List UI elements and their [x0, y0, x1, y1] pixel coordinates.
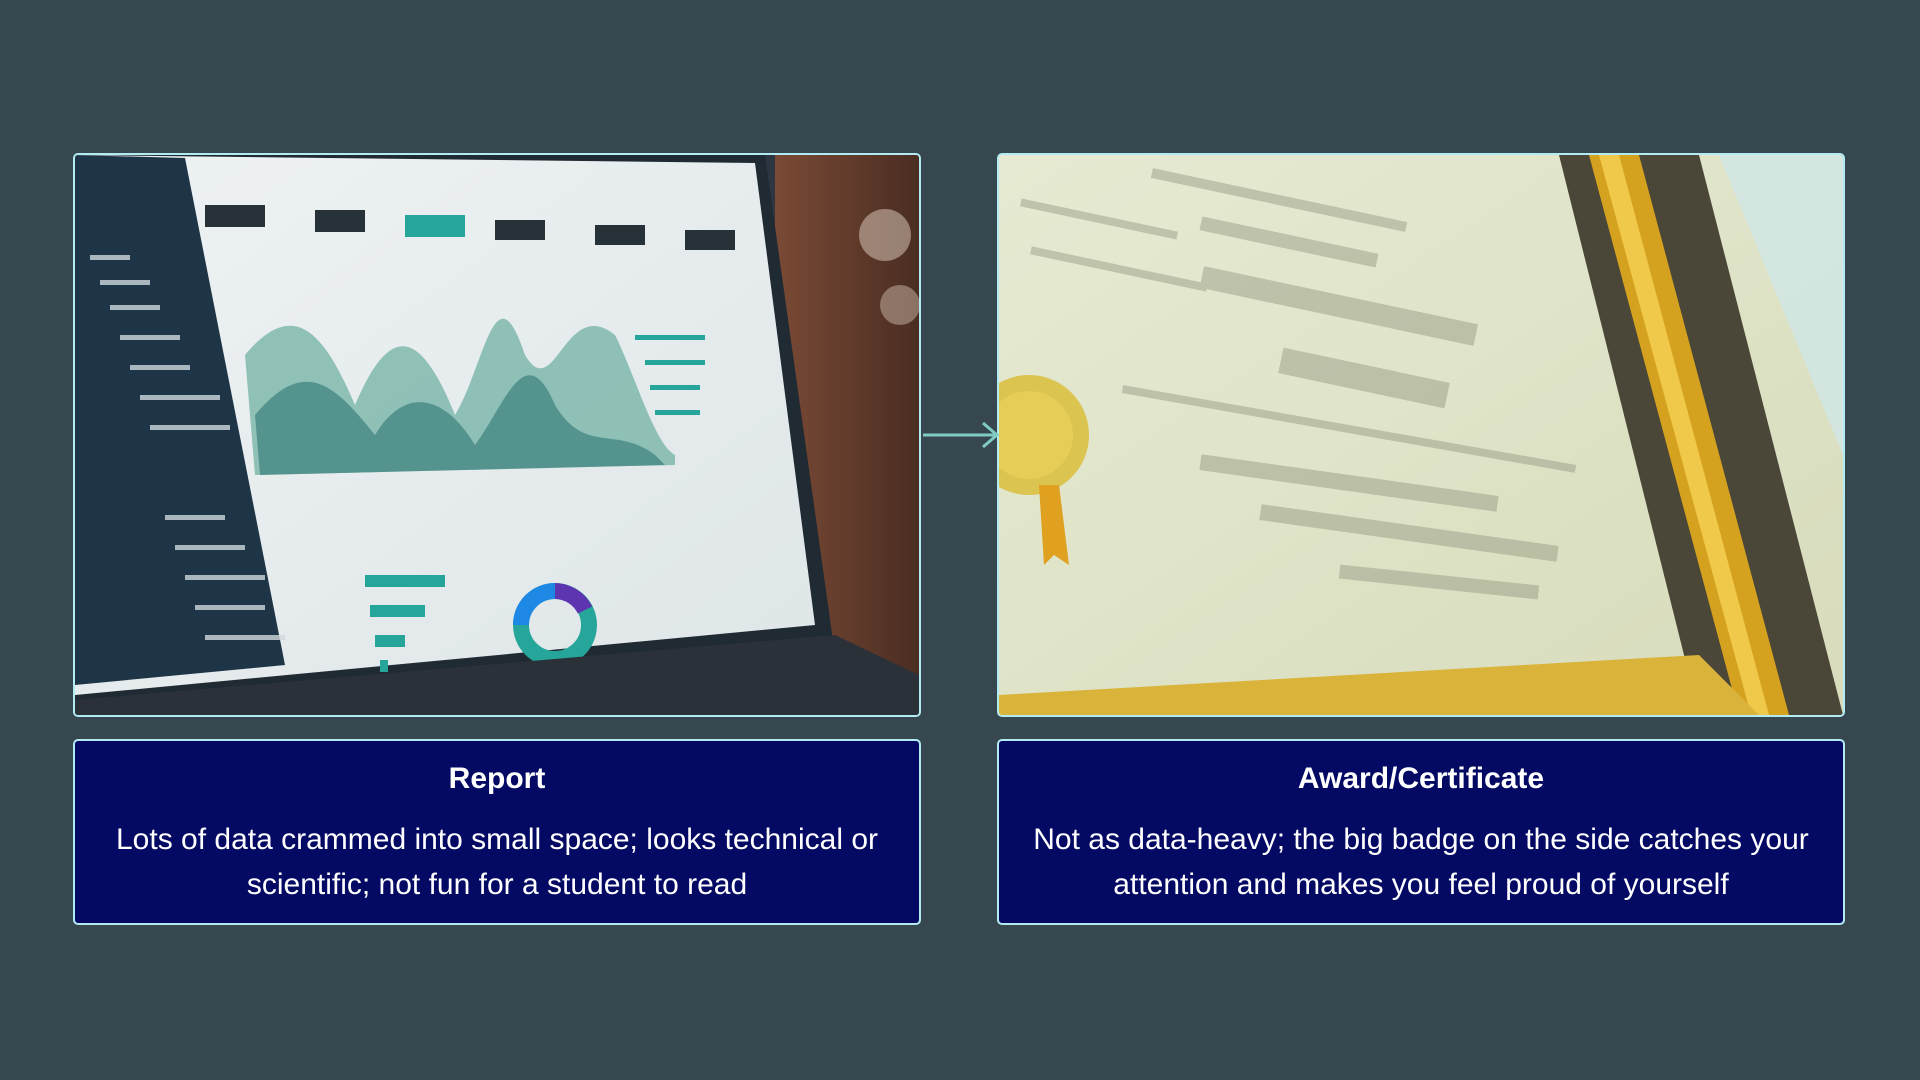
diploma-illustration [999, 155, 1843, 715]
report-photo [73, 153, 921, 717]
report-description: Lots of data crammed into small space; l… [115, 823, 879, 901]
report-caption: Report Lots of data crammed into small s… [73, 739, 921, 925]
laptop-dashboard-illustration [75, 155, 919, 715]
certificate-caption: Award/Certificate Not as data-heavy; the… [997, 739, 1845, 925]
certificate-photo [997, 153, 1845, 717]
certificate-description: Not as data-heavy; the big badge on the … [1033, 823, 1809, 901]
arrow-right-icon [923, 421, 1000, 449]
certificate-title: Award/Certificate [1297, 762, 1545, 795]
report-title: Report [448, 762, 546, 795]
